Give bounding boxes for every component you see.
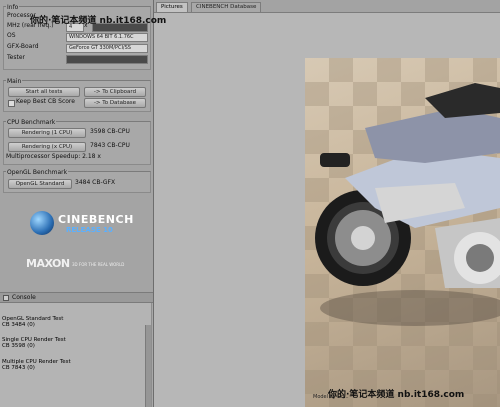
maxon-logo: MAXON 3D FOR THE REAL WORLD: [26, 257, 136, 271]
console-line: CB 3484 (0): [2, 322, 35, 328]
render-1cpu-score: 3598 CB-CPU: [90, 128, 130, 135]
keep-best-label: Keep Best CB Score: [16, 98, 75, 105]
gfx-label: GFX-Board: [7, 43, 39, 50]
start-all-button[interactable]: Start all tests: [8, 87, 80, 97]
main-group: Main Start all tests -> To Clipboard Kee…: [3, 78, 151, 112]
tab-pictures[interactable]: Pictures: [156, 2, 188, 12]
cinebench-logo: CINEBENCH RELEASE 10: [26, 205, 133, 245]
cinebench-release: RELEASE 10: [66, 226, 113, 234]
tester-label: Tester: [7, 54, 25, 61]
opengl-title: OpenGL Benchmark: [6, 169, 69, 176]
render-area: Pictures CINEBENCH Database Model by Co.…: [30, 0, 500, 407]
render-xcpu-score: 7843 CB-CPU: [90, 142, 130, 149]
console-scrollbar[interactable]: [145, 325, 151, 407]
watermark-top: 你的·笔记本频道 nb.it168.com: [30, 16, 167, 26]
render-1cpu-button[interactable]: Rendering (1 CPU): [8, 128, 86, 138]
motorcycle-render: [315, 83, 500, 326]
main-title: Main: [6, 78, 23, 85]
opengl-benchmark-group: OpenGL Benchmark OpenGL Standard 3484 CB…: [3, 169, 151, 193]
console-panel: Console OpenGL Standard Test CB 3484 (0)…: [0, 292, 153, 407]
console-line: CB 3598 (0): [2, 343, 35, 349]
console-header: Console: [0, 292, 153, 303]
os-label: OS: [7, 32, 16, 39]
os-field[interactable]: WINDOWS 64 BIT 6.1.76C: [66, 33, 148, 42]
console-output[interactable]: OpenGL Standard Test CB 3484 (0) Single …: [0, 303, 152, 407]
maxon-tagline: 3D FOR THE REAL WORLD: [72, 262, 125, 267]
to-clipboard-button[interactable]: -> To Clipboard: [84, 87, 146, 97]
console-title: Console: [12, 294, 36, 301]
render-xcpu-button[interactable]: Rendering (x CPU): [8, 142, 86, 152]
console-line: CB 7843 (0): [2, 365, 35, 371]
maxon-wordmark: MAXON: [26, 257, 70, 270]
cpu-benchmark-group: CPU Benchmark Rendering (1 CPU) 3598 CB-…: [3, 119, 151, 165]
console-checkbox[interactable]: [3, 295, 9, 301]
to-database-button[interactable]: -> To Database: [84, 98, 146, 108]
info-title: Info: [6, 4, 20, 11]
gfx-field[interactable]: GeForce GT 330M/PCI/SS: [66, 44, 148, 53]
keep-best-checkbox[interactable]: [8, 100, 15, 107]
watermark-bottom: 你的·笔记本频道 nb.it168.com: [328, 390, 465, 400]
cpu-title: CPU Benchmark: [6, 119, 57, 126]
opengl-standard-button[interactable]: OpenGL Standard: [8, 179, 72, 189]
tab-database[interactable]: CINEBENCH Database: [191, 2, 262, 12]
cinebench-wordmark: CINEBENCH: [58, 213, 134, 226]
left-panel: Info Processor MHz (real freq.) 4 x OS W…: [0, 0, 154, 407]
opengl-score: 3484 CB-GFX: [75, 179, 116, 186]
tab-bar: Pictures CINEBENCH Database: [154, 0, 500, 13]
tester-field[interactable]: [66, 55, 148, 64]
cinebench-sphere-icon: [30, 211, 54, 235]
render-viewport: Model by Co...: [305, 58, 500, 407]
speedup-text: Multiprocessor Speedup: 2.18 x: [6, 153, 101, 160]
